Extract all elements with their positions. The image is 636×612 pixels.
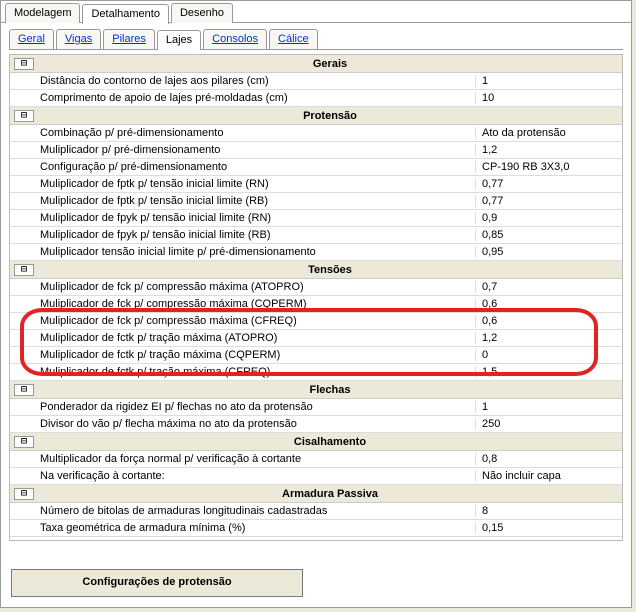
prop-value[interactable]: 0,6 [475,315,622,327]
prop-value[interactable]: 0 [475,349,622,361]
section-armadura-header: ⊟ Armadura Passiva [10,485,622,503]
prop-value[interactable]: 0,6 [475,298,622,310]
table-row[interactable]: Muliplicador de fctk p/ tração máxima (A… [10,330,622,347]
prop-value[interactable]: 10 [475,92,622,104]
prop-value[interactable]: 0,7 [475,281,622,293]
table-row[interactable]: Muliplicador de fck p/ compressão máxima… [10,313,622,330]
prop-label: Muliplicador de fpyk p/ tensão inicial l… [38,212,475,224]
prop-value[interactable]: 1,2 [475,332,622,344]
prop-value[interactable]: 8 [475,505,622,517]
table-row[interactable]: Muliplicador de fck p/ compressão máxima… [10,296,622,313]
subtab-vigas[interactable]: Vigas [56,29,101,49]
section-cisalhamento-header: ⊟ Cisalhamento [10,433,622,451]
expand-toggle-icon[interactable]: ⊟ [14,264,34,276]
subtab-geral[interactable]: Geral [9,29,54,49]
prop-value[interactable]: Ato da protensão [475,127,622,139]
prop-label: Na verificação à cortante: [38,470,475,482]
prop-label: Ponderador da rigidez EI p/ flechas no a… [38,401,475,413]
table-row[interactable]: Multiplicador da força normal p/ verific… [10,451,622,468]
prop-label: Muliplicador de fck p/ compressão máxima… [38,281,475,293]
tab-desenho[interactable]: Desenho [171,3,233,23]
prop-value[interactable]: 1 [475,75,622,87]
section-protensao-title: Protensão [38,110,622,122]
prop-value[interactable]: 1 [475,401,622,413]
tab-detalhamento[interactable]: Detalhamento [82,4,169,24]
prop-label: Muliplicador de fctk p/ tração máxima (A… [38,332,475,344]
section-tensoes-title: Tensões [38,264,622,276]
section-gerais-title: Gerais [38,58,622,70]
sub-tabs: Geral Vigas Pilares Lajes Consolos Cálic… [1,23,631,49]
table-row[interactable]: Muliplicador tensão inicial limite p/ pr… [10,244,622,261]
prop-label: Comprimento de apoio de lajes pré-moldad… [38,92,475,104]
section-gerais-header: ⊟ Gerais [10,55,622,73]
subtab-lajes[interactable]: Lajes [157,30,201,50]
prop-label: Muliplicador de fck p/ compressão máxima… [38,298,475,310]
prop-value[interactable]: 0,77 [475,195,622,207]
table-row[interactable]: Distância do contorno de lajes aos pilar… [10,73,622,90]
prop-value[interactable]: 0,9 [475,212,622,224]
prop-label: Taxa geométrica de armadura mínima (%) [38,522,475,534]
table-row[interactable]: Taxa geométrica de armadura mínima (%) 0… [10,520,622,537]
prop-value[interactable]: 0,95 [475,246,622,258]
prop-label: Muliplicador de fck p/ compressão máxima… [38,315,475,327]
prop-label: Número de bitolas de armaduras longitudi… [38,505,475,517]
table-row[interactable]: Comprimento de apoio de lajes pré-moldad… [10,90,622,107]
settings-panel: Modelagem Detalhamento Desenho Geral Vig… [0,0,632,608]
expand-toggle-icon[interactable]: ⊟ [14,436,34,448]
prop-value[interactable]: 1,5 [475,366,622,378]
prop-label: Muliplicador de fptk p/ tensão inicial l… [38,195,475,207]
table-row[interactable]: Muliplicador de fptk p/ tensão inicial l… [10,193,622,210]
prop-value[interactable]: 0,85 [475,229,622,241]
subtab-pilares[interactable]: Pilares [103,29,155,49]
property-grid[interactable]: ⊟ Gerais Distância do contorno de lajes … [9,54,623,541]
prop-label: Muliplicador p/ pré-dimensionamento [38,144,475,156]
table-row[interactable]: Muliplicador de fctk p/ tração máxima (C… [10,347,622,364]
table-row[interactable]: Na verificação à cortante: Não incluir c… [10,468,622,485]
prop-label: Divisor do vão p/ flecha máxima no ato d… [38,418,475,430]
section-armadura-title: Armadura Passiva [38,488,622,500]
prop-value[interactable]: 1,2 [475,144,622,156]
expand-toggle-icon[interactable]: ⊟ [14,384,34,396]
prop-label: Combinação p/ pré-dimensionamento [38,127,475,139]
prop-label: Muliplicador de fctk p/ tração máxima (C… [38,366,475,378]
button-row: Configurações de protensão [11,569,623,597]
config-protensao-button[interactable]: Configurações de protensão [11,569,303,597]
table-row[interactable]: Ponderador da rigidez EI p/ flechas no a… [10,399,622,416]
section-tensoes-header: ⊟ Tensões [10,261,622,279]
expand-toggle-icon[interactable]: ⊟ [14,488,34,500]
section-flechas-header: ⊟ Flechas [10,381,622,399]
table-row[interactable]: Combinação p/ pré-dimensionamento Ato da… [10,125,622,142]
section-flechas-title: Flechas [38,384,622,396]
table-row[interactable]: Muliplicador de fpyk p/ tensão inicial l… [10,210,622,227]
table-row[interactable]: Muliplicador p/ pré-dimensionamento 1,2 [10,142,622,159]
prop-label: Multiplicador da força normal p/ verific… [38,453,475,465]
table-row[interactable]: Muliplicador de fpyk p/ tensão inicial l… [10,227,622,244]
main-tabs: Modelagem Detalhamento Desenho [1,1,631,23]
prop-value[interactable]: 250 [475,418,622,430]
subtab-consolos[interactable]: Consolos [203,29,267,49]
table-row[interactable]: Número de bitolas de armaduras longitudi… [10,503,622,520]
prop-label: Muliplicador de fptk p/ tensão inicial l… [38,178,475,190]
table-row[interactable]: Divisor do vão p/ flecha máxima no ato d… [10,416,622,433]
prop-label: Muliplicador de fctk p/ tração máxima (C… [38,349,475,361]
section-cisalhamento-title: Cisalhamento [38,436,622,448]
expand-toggle-icon[interactable]: ⊟ [14,58,34,70]
table-row[interactable]: Muliplicador de fctk p/ tração máxima (C… [10,364,622,381]
section-protensao-header: ⊟ Protensão [10,107,622,125]
prop-value[interactable]: CP-190 RB 3X3,0 [475,161,622,173]
prop-value[interactable]: 0,15 [475,522,622,534]
table-row[interactable]: Muliplicador de fck p/ compressão máxima… [10,279,622,296]
prop-label: Muliplicador tensão inicial limite p/ pr… [38,246,475,258]
expand-toggle-icon[interactable]: ⊟ [14,110,34,122]
table-row[interactable]: Muliplicador de fptk p/ tensão inicial l… [10,176,622,193]
tab-modelagem[interactable]: Modelagem [5,3,80,23]
prop-label: Muliplicador de fpyk p/ tensão inicial l… [38,229,475,241]
prop-value[interactable]: Não incluir capa [475,470,622,482]
prop-value[interactable]: 0,8 [475,453,622,465]
prop-label: Distância do contorno de lajes aos pilar… [38,75,475,87]
prop-label: Configuração p/ pré-dimensionamento [38,161,475,173]
table-row[interactable]: Configuração p/ pré-dimensionamento CP-1… [10,159,622,176]
prop-value[interactable]: 0,77 [475,178,622,190]
subtab-calice[interactable]: Cálice [269,29,318,49]
